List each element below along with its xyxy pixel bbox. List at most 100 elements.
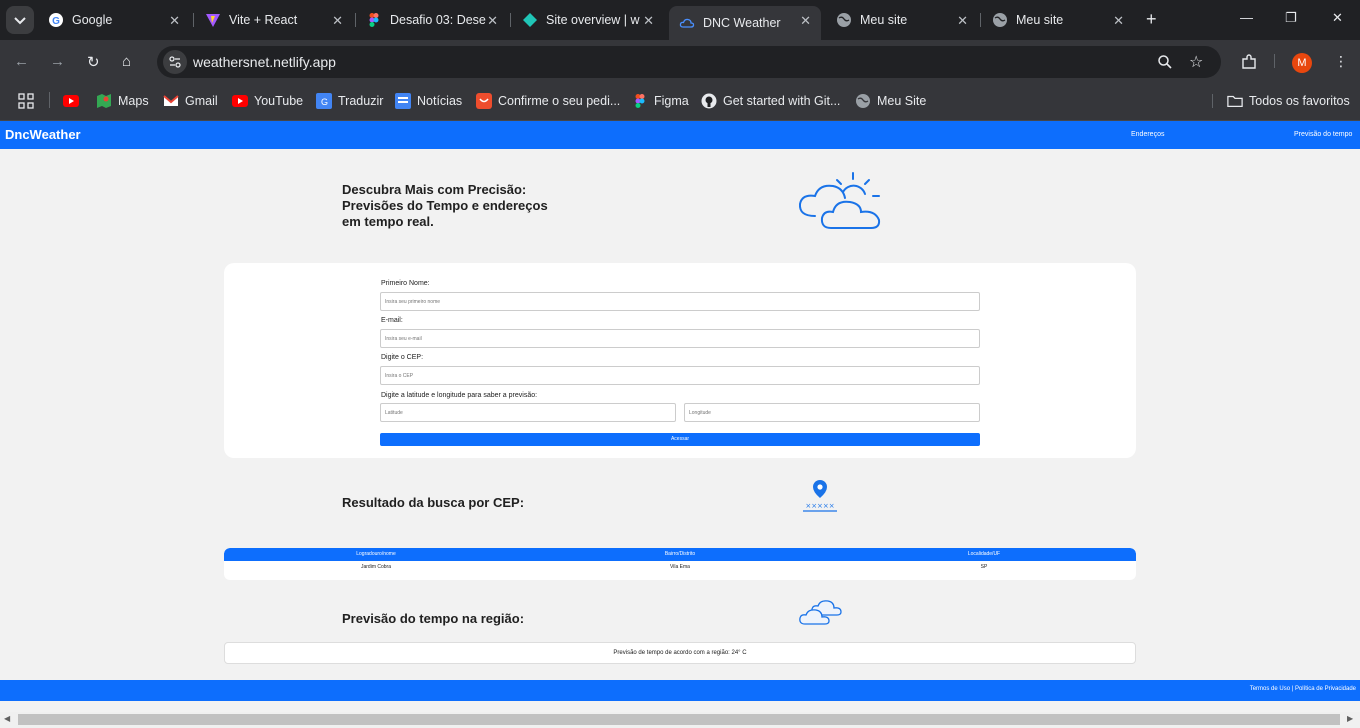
back-icon[interactable]: ← <box>14 53 29 70</box>
tab-search-button[interactable] <box>6 6 34 34</box>
close-icon[interactable]: ✕ <box>1113 13 1124 29</box>
scroll-left-icon[interactable]: ◀ <box>4 714 10 723</box>
scroll-right-icon[interactable]: ▶ <box>1347 714 1353 723</box>
footer-links[interactable]: Termos de Uso | Política de Privacidade <box>1250 686 1356 692</box>
profile-avatar[interactable]: M <box>1292 53 1312 73</box>
bookmarks-bar: Maps Gmail YouTube G Traduzir Notícias C… <box>0 84 1360 121</box>
forward-icon[interactable]: → <box>50 53 65 70</box>
bookmark-label: Notícias <box>417 94 463 108</box>
tab-title: Meu site <box>860 13 908 27</box>
bookmark-confirme-pedido[interactable]: Confirme o seu pedi... <box>476 93 620 109</box>
cloud-icon <box>679 15 695 31</box>
bookmark-label: Meu Site <box>877 94 927 108</box>
menu-kebab-icon[interactable]: ⋮ <box>1334 53 1348 70</box>
extensions-icon[interactable] <box>1240 53 1258 74</box>
youtube-icon <box>63 93 79 109</box>
forecast-title: Previsão do tempo na região: <box>342 611 525 626</box>
tab-dnc-weather[interactable]: DNC Weather ✕ <box>669 6 821 40</box>
close-icon[interactable]: ✕ <box>800 13 811 29</box>
close-icon[interactable]: ✕ <box>169 13 180 29</box>
gmail-icon <box>163 93 179 109</box>
bookmark-youtube-icon-only[interactable] <box>63 93 85 109</box>
bookmark-traduzir[interactable]: G Traduzir <box>316 93 383 109</box>
bookmark-label: Confirme o seu pedi... <box>498 94 621 108</box>
netlify-icon <box>522 12 538 28</box>
tab-title: Site overview | w <box>546 13 640 27</box>
bookmark-figma[interactable]: Figma <box>632 93 689 109</box>
restore-icon[interactable]: ❐ <box>1285 10 1297 26</box>
tab-title: Desafio 03: Dese <box>390 13 486 27</box>
column-header: Logradouro/nome <box>356 551 396 557</box>
bookmark-label: Maps <box>118 94 149 108</box>
close-icon[interactable]: ✕ <box>957 13 968 29</box>
latitude-input[interactable] <box>380 403 676 422</box>
close-icon[interactable]: ✕ <box>332 13 343 29</box>
vite-icon <box>205 12 221 28</box>
youtube-icon <box>232 93 248 109</box>
bookmark-star-icon[interactable]: ☆ <box>1189 52 1203 72</box>
google-icon: G <box>48 12 64 28</box>
nav-link-enderecos[interactable]: Endereços <box>1131 131 1164 138</box>
tab-desafio[interactable]: Desafio 03: Dese ✕ <box>356 6 508 34</box>
home-icon[interactable]: ⌂ <box>122 53 131 70</box>
site-footer: Termos de Uso | Política de Privacidade <box>0 680 1360 701</box>
reload-icon[interactable]: ↻ <box>87 53 100 71</box>
first-name-input[interactable] <box>380 292 980 311</box>
clouds-icon <box>797 599 843 632</box>
window-close-icon[interactable]: ✕ <box>1332 10 1343 26</box>
site-header: DncWeather Endereços Previsão do tempo <box>0 121 1360 149</box>
bookmark-label: Gmail <box>185 94 218 108</box>
table-header-row: Logradouro/nome Bairro/Distrito Localida… <box>224 548 1136 561</box>
bookmark-noticias[interactable]: Notícias <box>395 93 462 109</box>
first-name-label: Primeiro Nome: <box>381 280 430 287</box>
bookmarks-separator <box>1212 94 1213 108</box>
bookmark-meu-site[interactable]: Meu Site <box>855 93 926 109</box>
table-cell: Vila Ema <box>670 564 690 570</box>
email-label: E-mail: <box>381 317 403 324</box>
horizontal-scrollbar[interactable]: ◀ ▶ <box>0 712 1360 728</box>
new-tab-button[interactable]: + <box>1146 9 1157 30</box>
scrollbar-thumb[interactable] <box>18 714 1340 725</box>
chevron-down-icon <box>14 17 26 25</box>
bookmark-gmail[interactable]: Gmail <box>163 93 218 109</box>
site-brand[interactable]: DncWeather <box>5 127 81 142</box>
avatar-initial: M <box>1297 57 1307 69</box>
longitude-input[interactable] <box>684 403 980 422</box>
bookmark-label: Figma <box>654 94 689 108</box>
tab-site-overview[interactable]: Site overview | w ✕ <box>512 6 664 34</box>
site-info-icon[interactable] <box>163 50 187 74</box>
minimize-icon[interactable]: — <box>1240 10 1253 25</box>
maps-icon <box>96 93 112 109</box>
address-bar[interactable]: weathersnet.netlify.app ☆ <box>157 46 1221 78</box>
close-icon[interactable]: ✕ <box>643 13 654 29</box>
apps-grid-icon[interactable] <box>18 93 34 109</box>
news-icon <box>395 93 411 109</box>
nav-link-previsao[interactable]: Previsão do tempo <box>1294 131 1352 138</box>
all-bookmarks[interactable]: Todos os favoritos <box>1227 93 1350 109</box>
bookmark-youtube[interactable]: YouTube <box>232 93 303 109</box>
globe-icon <box>855 93 871 109</box>
close-icon[interactable]: ✕ <box>487 13 498 29</box>
tab-separator <box>193 13 194 27</box>
table-cell: Jardim Cobra <box>360 564 391 570</box>
bookmark-label: Todos os favoritos <box>1249 94 1350 108</box>
github-icon <box>701 93 717 109</box>
cep-result-table: Logradouro/nome Bairro/Distrito Localida… <box>224 548 1136 580</box>
bookmark-label: Get started with Git... <box>723 94 841 108</box>
cep-input[interactable] <box>380 366 980 385</box>
url-text[interactable]: weathersnet.netlify.app <box>193 54 336 70</box>
tab-meu-site-2[interactable]: Meu site ✕ <box>982 6 1134 34</box>
bookmark-github[interactable]: Get started with Git... <box>701 93 840 109</box>
tab-vite-react[interactable]: Vite + React ✕ <box>195 6 353 34</box>
tab-meu-site-1[interactable]: Meu site ✕ <box>826 6 978 34</box>
sun-cloud-icon <box>795 170 887 239</box>
bookmark-maps[interactable]: Maps <box>96 93 149 109</box>
email-input[interactable] <box>380 329 980 348</box>
column-header: Localidade/UF <box>967 551 1001 557</box>
tab-separator <box>510 13 511 27</box>
zoom-icon[interactable] <box>1157 54 1173 73</box>
browser-toolbar: ← → ↻ ⌂ weathersnet.netlify.app ☆ M ⋮ <box>0 40 1360 84</box>
submit-button[interactable]: Acessar <box>380 433 980 446</box>
bookmark-label: YouTube <box>254 94 304 108</box>
tab-google[interactable]: G Google ✕ <box>38 6 190 34</box>
